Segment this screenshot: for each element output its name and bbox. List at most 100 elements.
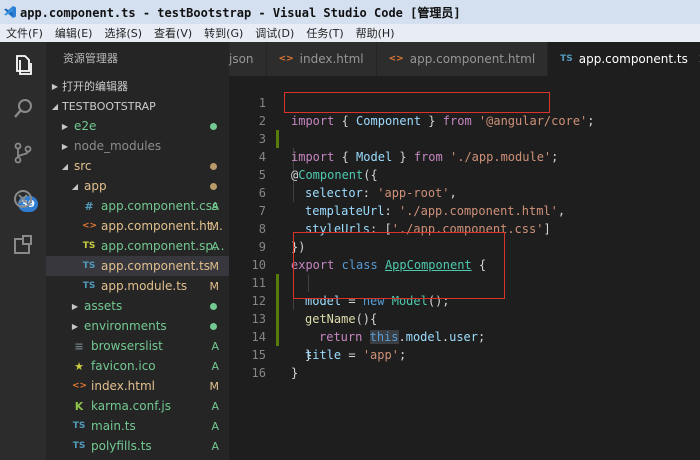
chevron-down-icon: ◢ (71, 181, 79, 191)
menu-debug[interactable]: 调试(D) (249, 25, 300, 41)
tree-file-app-component-html[interactable]: <> app.component.ht... M (46, 216, 229, 236)
tree-label: index.html (91, 379, 155, 393)
git-status-badge: A (211, 339, 219, 353)
tree-label: polyfills.ts (91, 439, 152, 453)
ts-spec-file-icon: TS (82, 241, 96, 251)
git-status-badge: A (211, 419, 219, 433)
open-editors-label: 打开的编辑器 (62, 80, 128, 93)
tree-folder-node-modules[interactable]: ▶ node_modules (46, 136, 229, 156)
open-editors-section[interactable]: ▶ 打开的编辑器 (46, 76, 229, 96)
window-title: app.component.ts - testBootstrap - Visua… (20, 5, 461, 20)
project-section[interactable]: ◢ TESTBOOTSTRAP (46, 96, 229, 116)
code-line-8: 8 }) (229, 202, 700, 254)
html-file-icon: <> (72, 381, 88, 391)
git-status-badge: M (209, 219, 220, 233)
tree-folder-environments[interactable]: ▶ environments (46, 316, 229, 336)
source-control-icon[interactable] (8, 138, 38, 168)
menu-tasks[interactable]: 任务(T) (300, 25, 349, 41)
tree-label: app.component.sp... (101, 239, 225, 253)
tree-label: environments (84, 319, 167, 333)
menu-bar: 文件(F) 编辑(E) 选择(S) 查看(V) 转到(G) 调试(D) 任务(T… (0, 24, 700, 42)
tree-file-karma-conf[interactable]: K karma.conf.js A (46, 396, 229, 416)
chevron-right-icon: ▶ (71, 301, 79, 311)
tree-label: app.component.ts (101, 259, 211, 273)
tree-file-index-html[interactable]: <> index.html M (46, 376, 229, 396)
tree-file-favicon[interactable]: ★ favicon.ico A (46, 356, 229, 376)
tab-label: app.component.html (409, 52, 536, 66)
editor-tab-bar: json <> index.html <> app.component.html… (229, 42, 700, 76)
tree-file-browserslist[interactable]: ≡ browserslist A (46, 336, 229, 356)
menu-edit[interactable]: 编辑(E) (49, 25, 99, 41)
ts-file-icon: TS (72, 421, 86, 431)
karma-file-icon: K (74, 399, 84, 413)
explorer-title: 资源管理器 (63, 52, 118, 65)
explorer-sidebar: 资源管理器 ▶ 打开的编辑器 ◢ TESTBOOTSTRAP ▶ e2e ▶ n… (46, 42, 229, 460)
search-icon[interactable] (8, 94, 38, 124)
tab-app-component-ts[interactable]: TS app.component.ts × (548, 42, 700, 76)
tree-file-app-component-css[interactable]: # app.component.css A (46, 196, 229, 216)
code-line-3: 3 (229, 112, 700, 146)
tree-file-app-module-ts[interactable]: TS app.module.ts M (46, 276, 229, 296)
git-status-dot (210, 322, 217, 330)
title-bar: app.component.ts - testBootstrap - Visua… (0, 0, 700, 24)
code-line-6: 6 templateUrl: './app.component.html', (229, 166, 700, 218)
tree-label: app (84, 179, 107, 193)
html-file-icon: <> (388, 54, 404, 64)
menu-help[interactable]: 帮助(H) (350, 25, 401, 41)
line-number: 16 (251, 366, 266, 380)
html-file-icon: <> (278, 54, 294, 64)
tree-label: karma.conf.js (91, 399, 171, 413)
git-status-dot (210, 182, 217, 190)
debug-icon[interactable] (8, 184, 38, 214)
git-status-badge: M (209, 259, 220, 273)
tree-folder-assets[interactable]: ▶ assets (46, 296, 229, 316)
star-icon: ★ (74, 359, 84, 373)
tree-label: src (74, 159, 92, 173)
ts-file-icon: TS (82, 261, 96, 271)
tree-folder-src[interactable]: ◢ src (46, 156, 229, 176)
menu-view[interactable]: 查看(V) (148, 25, 198, 41)
chevron-right-icon: ▶ (61, 141, 69, 151)
git-status-badge: A (211, 199, 219, 213)
git-status-badge: M (209, 279, 220, 293)
chevron-right-icon: ▶ (51, 81, 59, 91)
tree-label: app.component.css (101, 199, 219, 213)
tree-folder-app[interactable]: ◢ app (46, 176, 229, 196)
tab-label: app.component.ts (578, 52, 688, 66)
explorer-icon[interactable] (8, 50, 38, 80)
chevron-down-icon: ◢ (51, 101, 59, 111)
code-line-7: 7 styleUrls: ['./app.component.css'] (229, 184, 700, 236)
ts-file-icon: TS (72, 441, 86, 451)
menu-selection[interactable]: 选择(S) (98, 25, 148, 41)
git-status-dot (210, 122, 217, 130)
tree-folder-e2e[interactable]: ▶ e2e (46, 116, 229, 136)
tree-label: app.module.ts (101, 279, 188, 293)
extensions-icon[interactable] (8, 230, 38, 260)
tree-label: main.ts (91, 419, 136, 433)
tab-index-html[interactable]: <> index.html (266, 42, 377, 76)
tab-json[interactable]: json (229, 42, 267, 76)
code-line-5: 5 selector: 'app-root', (229, 148, 700, 200)
menu-goto[interactable]: 转到(G) (198, 25, 249, 41)
git-status-badge: A (211, 439, 219, 453)
tree-file-app-component-spec[interactable]: TS app.component.sp... A (46, 236, 229, 256)
tree-label: favicon.ico (91, 359, 156, 373)
menu-file[interactable]: 文件(F) (0, 25, 49, 41)
chevron-down-icon: ◢ (61, 161, 69, 171)
ts-file-icon: TS (82, 281, 96, 291)
tree-file-polyfills-ts[interactable]: TS polyfills.ts A (46, 436, 229, 456)
code-editor[interactable]: 1 import { Component } from '@angular/co… (229, 76, 700, 460)
code-line-4: 4 @Component({ (229, 130, 700, 182)
tab-app-component-html[interactable]: <> app.component.html (376, 42, 549, 76)
git-status-badge: A (211, 239, 219, 253)
code-line-16: 16 (229, 346, 700, 380)
annotation-box-import (284, 92, 550, 113)
tree-label: e2e (74, 119, 97, 133)
tree-label: app.component.ht... (101, 219, 223, 233)
tree-file-app-component-ts[interactable]: TS app.component.ts M (46, 256, 229, 276)
tree-file-main-ts[interactable]: TS main.ts A (46, 416, 229, 436)
tree-label: browserslist (91, 339, 163, 353)
code-line-14: 14 title = 'app'; (229, 310, 700, 362)
tree-label: node_modules (74, 139, 162, 153)
git-status-badge: A (211, 359, 219, 373)
